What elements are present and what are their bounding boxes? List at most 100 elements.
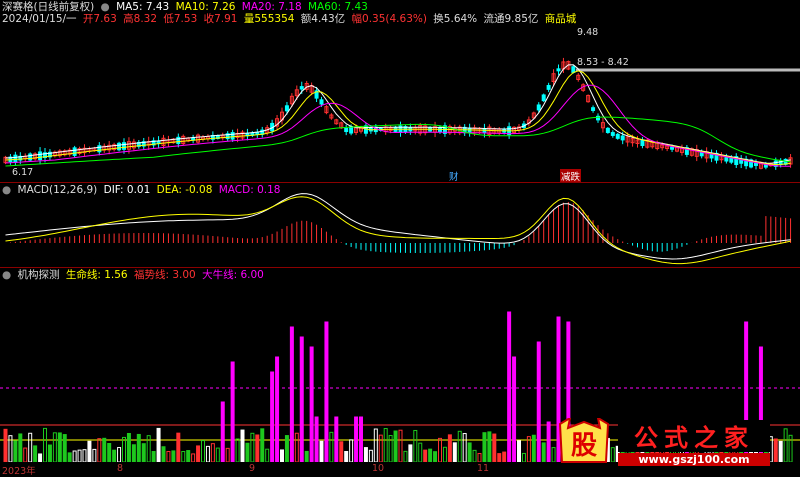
inst-bar	[171, 450, 176, 462]
inst-bar	[141, 443, 146, 462]
inst-bar	[107, 443, 112, 462]
inst-bar	[334, 416, 339, 462]
candle-body	[670, 146, 675, 150]
inst-bar	[275, 356, 280, 462]
inst-bar	[77, 449, 82, 462]
inst-bar	[82, 449, 87, 462]
inst-bar	[260, 428, 265, 462]
inst-bar	[215, 447, 220, 462]
inst-bar	[373, 428, 378, 462]
inst-bar	[57, 432, 62, 462]
inst-bar	[166, 450, 171, 462]
inst-bar	[265, 448, 270, 462]
ma10-line	[5, 70, 791, 166]
inst-bar	[112, 449, 117, 462]
macd-chart[interactable]	[0, 183, 800, 267]
inst-bar	[23, 447, 28, 462]
inst-bar	[28, 432, 33, 462]
inst-bar	[33, 445, 38, 462]
macd-panel[interactable]: ● MACD(12,26,9) DIF: 0.01 DEA: -0.08 MAC…	[0, 183, 800, 267]
x-axis-label-0: 2023年	[2, 466, 36, 477]
inst-bar	[403, 450, 408, 462]
inst-bar	[467, 442, 472, 462]
candle-body	[319, 99, 324, 105]
inst-bar	[38, 453, 43, 462]
candle-body	[117, 142, 122, 151]
candle-body	[13, 154, 18, 163]
inst-bar	[462, 433, 467, 462]
x-axis-label-2: 9	[249, 463, 256, 474]
inst-bar	[196, 445, 201, 462]
inst-bar	[413, 429, 418, 462]
x-axis-label-1: 8	[117, 463, 124, 474]
inst-bar	[220, 401, 225, 462]
inst-bar	[442, 446, 447, 462]
candle-body	[38, 151, 43, 161]
candle-body	[571, 66, 576, 73]
inst-bar	[354, 416, 359, 462]
candle-body	[28, 153, 33, 161]
inst-bar	[245, 442, 250, 462]
inst-bar	[67, 452, 72, 462]
candle-body	[230, 132, 235, 140]
inst-bar	[363, 447, 368, 462]
inst-bar	[235, 438, 240, 462]
inst-bar	[309, 346, 314, 462]
inst-bar	[521, 452, 526, 462]
candle-body	[176, 136, 181, 145]
candle-body	[299, 86, 304, 90]
inst-bar	[299, 336, 304, 462]
price-chart[interactable]	[0, 0, 800, 182]
inst-bar	[512, 356, 517, 462]
inst-bar	[280, 449, 284, 462]
inst-bar	[339, 441, 344, 462]
candle-body	[640, 139, 645, 147]
inst-bar	[418, 442, 423, 462]
inst-bar	[368, 449, 373, 462]
inst-bar	[536, 341, 541, 462]
inst-bar	[126, 432, 131, 462]
ma20-line	[5, 84, 791, 167]
inst-bar	[452, 442, 457, 462]
inst-bar	[225, 447, 230, 462]
ma60-line	[5, 116, 791, 167]
inst-bar	[482, 432, 487, 462]
inst-bar	[284, 435, 289, 462]
price-panel[interactable]: 深赛格(日线前复权) ● MA5: 7.43 MA10: 7.26 MA20: …	[0, 0, 800, 183]
inst-bar	[783, 428, 788, 462]
high-mark-label: 9.48	[577, 27, 599, 38]
candle-body	[536, 104, 541, 111]
inst-bar	[255, 434, 260, 462]
candle-body	[556, 68, 561, 72]
inst-bar	[205, 445, 210, 462]
inst-bar	[43, 427, 47, 462]
inst-bar	[161, 446, 166, 462]
inst-bar	[304, 450, 309, 462]
tag-cai[interactable]: 财	[449, 169, 459, 183]
inst-bar	[546, 421, 551, 462]
inst-bar	[3, 428, 8, 462]
tag-jiao[interactable]: 减跌	[560, 169, 582, 183]
inst-bar	[13, 440, 18, 462]
candle-body	[72, 147, 77, 156]
inst-bar	[122, 436, 126, 462]
inst-bar	[314, 416, 319, 462]
inst-bar	[62, 434, 67, 462]
low-mark-label: 6.17	[12, 167, 34, 178]
inst-bar	[97, 438, 102, 462]
inst-bar	[47, 444, 52, 462]
candle-body	[122, 142, 126, 150]
inst-bar	[250, 432, 255, 462]
inst-bar	[383, 428, 388, 462]
candle-body	[610, 132, 615, 136]
dea-line	[5, 196, 791, 265]
candle-body	[97, 145, 102, 153]
inst-bar	[349, 439, 354, 462]
inst-bar	[240, 429, 245, 462]
watermark-brand: 公式之家	[634, 424, 754, 452]
range-label: 8.53 - 8.42	[577, 57, 629, 68]
inst-bar	[191, 453, 196, 462]
candle-body	[546, 85, 551, 90]
inst-bar	[541, 442, 546, 462]
inst-bar	[378, 434, 383, 462]
